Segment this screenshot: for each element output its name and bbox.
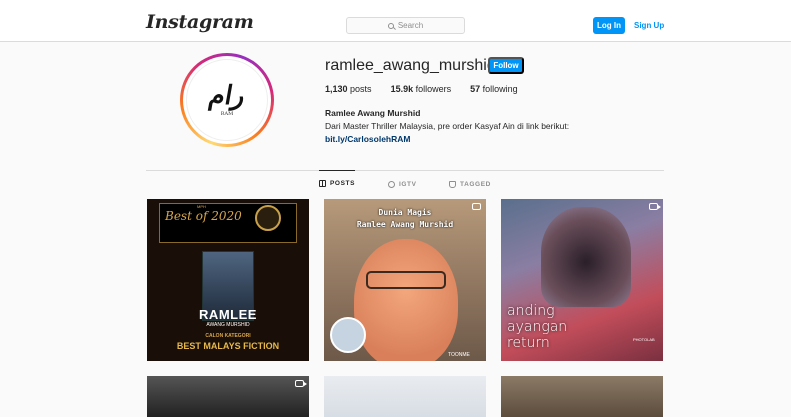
top-navigation-bar: Instagram Search Log In Sign Up (0, 0, 791, 42)
post-category: CALON KATEGORI (205, 333, 251, 339)
post-title: RAMLEE (199, 307, 257, 322)
profile-tabs: POSTS IGTV TAGGED (0, 170, 791, 197)
tagged-icon (449, 180, 456, 188)
post-fiction-label: BEST MALAYS FICTION (176, 341, 280, 351)
hooded-figure (541, 207, 631, 307)
avatar: ﺭﺍﻡ RAM (186, 59, 268, 141)
glasses-shape (366, 271, 446, 289)
post-text-line1: anding (507, 303, 555, 319)
posts-count: 1,130 posts (325, 84, 372, 94)
login-button[interactable]: Log In (593, 17, 625, 34)
post-tile-car-selfie[interactable] (147, 376, 309, 417)
watermark: TOONME (448, 352, 470, 358)
post-tile-best-of-2020[interactable]: MPH Best of 2020 RAMLEE AWANG MURSHID CA… (147, 199, 309, 361)
following-count[interactable]: 57 following (470, 84, 518, 94)
post-caption-line1: Dunia Magis (378, 208, 432, 217)
instagram-logo[interactable]: Instagram (146, 11, 254, 33)
post-text-line3: return (507, 335, 550, 351)
profile-bio: Dari Master Thriller Malaysia, pre order… (325, 121, 570, 131)
video-icon (649, 203, 661, 210)
avatar-caption: RAM (220, 111, 234, 117)
tab-igtv[interactable]: IGTV (388, 171, 417, 197)
calligraphy-logo-icon: ﺭﺍﻡ (206, 81, 248, 111)
video-icon (295, 380, 307, 387)
followers-count[interactable]: 15.9k followers (391, 84, 452, 94)
search-icon (387, 22, 394, 29)
igtv-icon (388, 180, 395, 188)
watermark: PHOTOLAB (633, 337, 655, 342)
profile-username: ramlee_awang_murshid (325, 57, 496, 74)
post-tile-pink-hat[interactable] (324, 376, 486, 417)
post-text-line2: ayangan (507, 319, 568, 335)
post-tile-cafe[interactable] (501, 376, 663, 417)
signup-link[interactable]: Sign Up (634, 17, 664, 34)
grid-icon (319, 180, 326, 187)
cartoon-face (354, 239, 458, 361)
profile-bio-link[interactable]: bit.ly/CarlosolehRAM (325, 134, 410, 144)
post-subtitle: AWANG MURSHID (206, 322, 250, 328)
post-tile-bayangan-return[interactable]: anding ayangan return PHOTOLAB (501, 199, 663, 361)
post-tile-dunia-magis[interactable]: Dunia Magis Ramlee Awang Murshid TOONME (324, 199, 486, 361)
profile-full-name: Ramlee Awang Murshid (325, 108, 421, 118)
profile-avatar-ring[interactable]: ﺭﺍﻡ RAM (180, 53, 274, 147)
tab-posts[interactable]: POSTS (319, 170, 356, 196)
follow-button[interactable]: Follow (488, 57, 524, 74)
inset-photo (330, 317, 366, 353)
multi-image-icon (472, 203, 481, 210)
search-placeholder: Search (397, 21, 424, 30)
search-input[interactable]: Search (346, 17, 465, 34)
post-caption-line2: Ramlee Awang Murshid (356, 220, 454, 229)
tab-tagged[interactable]: TAGGED (449, 171, 491, 197)
best-of-text: Best of 2020 (165, 209, 242, 223)
profile-stats: 1,130 posts 15.9k followers 57 following (325, 84, 537, 94)
award-seal-icon (255, 205, 281, 231)
